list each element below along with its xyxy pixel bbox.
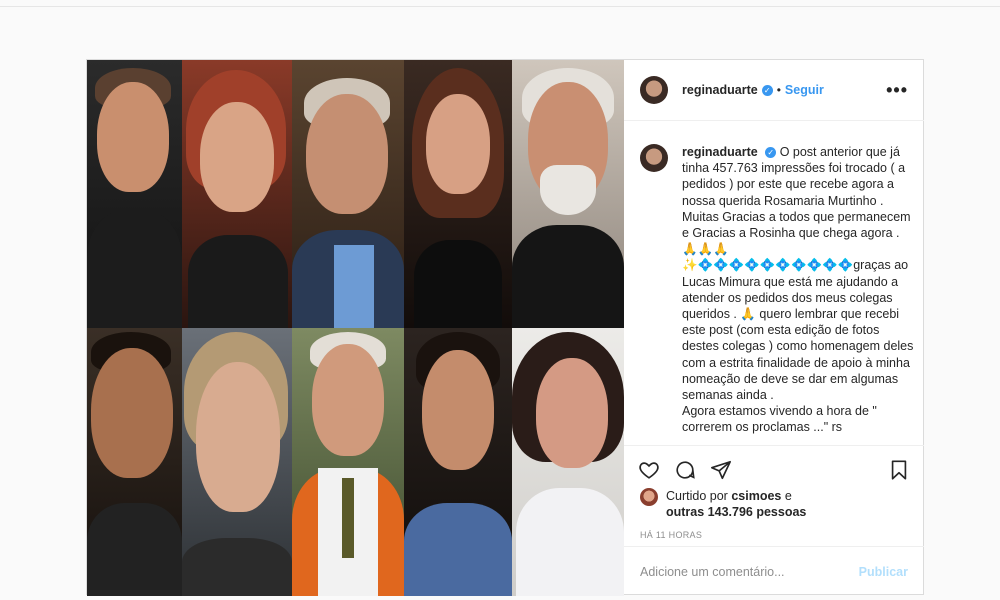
post-username[interactable]: reginaduarte (682, 83, 758, 97)
portrait-3 (292, 60, 404, 328)
liked-by-user[interactable]: csimoes (731, 489, 781, 503)
liked-by-prefix: Curtido por (666, 489, 728, 503)
more-options-icon[interactable]: ••• (886, 80, 908, 101)
portrait-5 (512, 60, 624, 328)
caption-body-1: O post anterior que já tinha 457.763 imp… (682, 145, 911, 322)
instagram-post: reginaduarte ✓ • Seguir ••• reginaduarte… (86, 59, 924, 596)
caption-text: reginaduarte ✓ O post anterior que já ti… (682, 144, 914, 444)
page-top-divider (0, 6, 1000, 7)
post-header: reginaduarte ✓ • Seguir ••• (624, 60, 924, 121)
liked-by-connector: e (784, 489, 792, 503)
bookmark-icon[interactable] (888, 459, 910, 481)
paper-plane-icon[interactable] (710, 459, 732, 481)
follow-button[interactable]: Seguir (785, 83, 824, 97)
comment-box: Adicione um comentário... Publicar (624, 546, 924, 596)
post-caption: reginaduarte ✓ O post anterior que já ti… (640, 144, 914, 444)
portrait-7 (182, 328, 292, 596)
portrait-9 (404, 328, 512, 596)
portrait-10 (512, 328, 624, 596)
likes-summary: Curtido por csimoes e outras 143.796 pes… (624, 486, 924, 520)
portrait-4 (404, 60, 512, 328)
portrait-2 (182, 60, 292, 328)
liked-by-others[interactable]: outras 143.796 pessoas (666, 505, 806, 519)
caption-body-2: 🙏 quero lembrar que recebi este post (co… (682, 307, 914, 403)
caption-body-3: Agora estamos vivendo a hora de " correr… (682, 404, 877, 435)
likes-text: Curtido por csimoes e outras 143.796 pes… (666, 488, 806, 520)
verified-badge-icon: ✓ (765, 147, 777, 159)
action-icons (624, 446, 924, 486)
post-actions: Curtido por csimoes e outras 143.796 pes… (624, 445, 924, 540)
caption-avatar[interactable] (640, 144, 668, 172)
portrait-8 (292, 328, 404, 596)
caption-username[interactable]: reginaduarte (682, 145, 758, 159)
post-timestamp[interactable]: HÁ 11 HORAS (624, 520, 924, 540)
avatar[interactable] (640, 76, 668, 104)
comment-input[interactable]: Adicione um comentário... (640, 565, 785, 579)
separator-dot: • (776, 83, 781, 97)
portrait-6 (87, 328, 182, 596)
verified-badge-icon: ✓ (761, 84, 773, 96)
heart-icon[interactable] (638, 459, 660, 481)
liker-avatar[interactable] (640, 488, 658, 506)
comment-bubble-icon[interactable] (674, 459, 696, 481)
post-image-collage[interactable] (87, 60, 624, 596)
post-sidebar: reginaduarte ✓ • Seguir ••• reginaduarte… (624, 60, 924, 596)
publish-button[interactable]: Publicar (859, 565, 908, 579)
portrait-1 (87, 60, 182, 328)
